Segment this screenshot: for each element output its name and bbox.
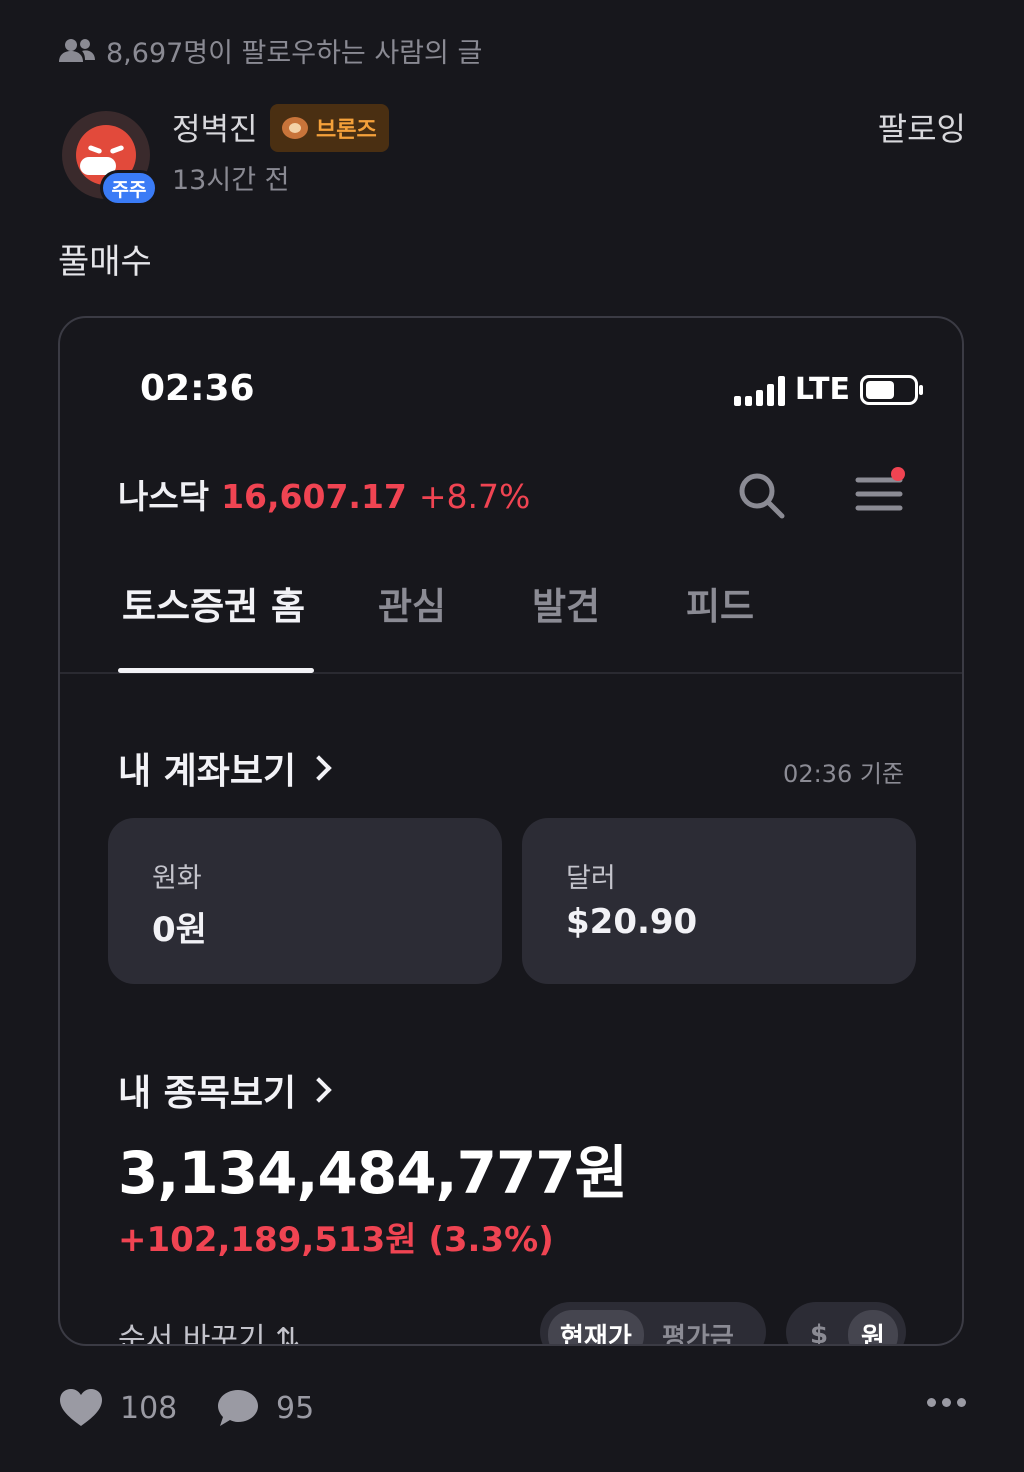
account-title: 내 계좌보기 bbox=[118, 751, 297, 792]
tab-discover[interactable]: 발견 bbox=[532, 576, 600, 630]
krw-label: 원화 bbox=[152, 863, 202, 894]
search-icon[interactable] bbox=[736, 470, 786, 520]
menu-icon[interactable] bbox=[854, 466, 906, 518]
chevron-right-icon bbox=[306, 755, 332, 781]
tab-feed[interactable]: 피드 bbox=[686, 576, 754, 630]
comment-button[interactable]: 95 bbox=[216, 1388, 314, 1428]
tab-watchlist[interactable]: 관심 bbox=[378, 576, 446, 630]
like-count: 108 bbox=[120, 1390, 178, 1426]
my-holdings-link[interactable]: 내 종목보기 bbox=[118, 1064, 332, 1116]
heart-icon bbox=[60, 1389, 102, 1426]
followers-info: 8,697명이 팔로우하는 사람의 글 bbox=[58, 30, 482, 70]
as-of-time: 02:36 기준 bbox=[783, 760, 904, 788]
comment-icon bbox=[218, 1390, 258, 1426]
like-button[interactable]: 108 bbox=[58, 1388, 177, 1428]
usd-option[interactable]: $ bbox=[794, 1310, 844, 1344]
my-account-link[interactable]: 내 계좌보기 bbox=[118, 742, 332, 794]
krw-value: 0원 bbox=[152, 910, 207, 950]
usd-label: 달러 bbox=[566, 863, 616, 894]
shareholder-badge: 주주 bbox=[100, 170, 158, 206]
usd-balance-card[interactable]: 달러 $20.90 bbox=[522, 818, 916, 984]
holdings-gain: +102,189,513원 (3.3%) bbox=[118, 1220, 554, 1260]
status-indicators: LTE bbox=[733, 372, 923, 407]
krw-balance-card[interactable]: 원화 0원 bbox=[108, 818, 502, 984]
post-body: 풀매수 bbox=[58, 242, 152, 282]
network-type: LTE bbox=[794, 372, 850, 407]
bear-icon bbox=[282, 117, 308, 139]
price-mode-toggle: 현재가 평가금 bbox=[540, 1302, 766, 1345]
main-tabs: 토스증권 홈 관심 발견 피드 bbox=[60, 576, 962, 674]
holdings-total: 3,134,484,777원 bbox=[118, 1139, 628, 1207]
following-button[interactable]: 팔로잉 bbox=[878, 104, 966, 150]
tier-label: 브론즈 bbox=[316, 118, 377, 143]
usd-value: $20.90 bbox=[566, 902, 698, 942]
status-time: 02:36 bbox=[140, 368, 255, 409]
krw-option[interactable]: 원 bbox=[848, 1310, 898, 1344]
index-ticker[interactable]: 나스닥 16,607.17 +8.7% bbox=[118, 470, 530, 518]
chevron-right-icon bbox=[306, 1077, 332, 1103]
index-value: 16,607.17 bbox=[221, 477, 407, 516]
tier-badge: 브론즈 bbox=[270, 104, 389, 152]
attached-screenshot[interactable]: 02:36 LTE 나스닥 16,607.17 +8.7% 토스증권 홈 관심 … bbox=[58, 316, 964, 1346]
comment-count: 95 bbox=[276, 1390, 315, 1426]
author-name[interactable]: 정벽진 bbox=[172, 104, 258, 149]
signal-icon bbox=[733, 374, 785, 406]
post-time: 13시간 전 bbox=[172, 165, 290, 196]
holdings-title: 내 종목보기 bbox=[118, 1073, 297, 1114]
tab-toss-home[interactable]: 토스증권 홈 bbox=[122, 576, 305, 630]
currency-toggle: $ 원 bbox=[786, 1302, 906, 1344]
valuation-option[interactable]: 평가금 bbox=[650, 1310, 746, 1345]
current-price-option[interactable]: 현재가 bbox=[548, 1310, 644, 1344]
battery-icon bbox=[860, 374, 923, 405]
more-options-icon[interactable] bbox=[927, 1398, 966, 1407]
index-change: +8.7% bbox=[418, 477, 531, 516]
index-name: 나스닥 bbox=[118, 477, 210, 516]
followers-text: 8,697명이 팔로우하는 사람의 글 bbox=[106, 37, 483, 69]
active-tab-indicator bbox=[118, 668, 314, 673]
sort-order-button[interactable]: 순서 바꾸기 ⇅ bbox=[118, 1314, 300, 1344]
people-icon bbox=[59, 39, 95, 62]
